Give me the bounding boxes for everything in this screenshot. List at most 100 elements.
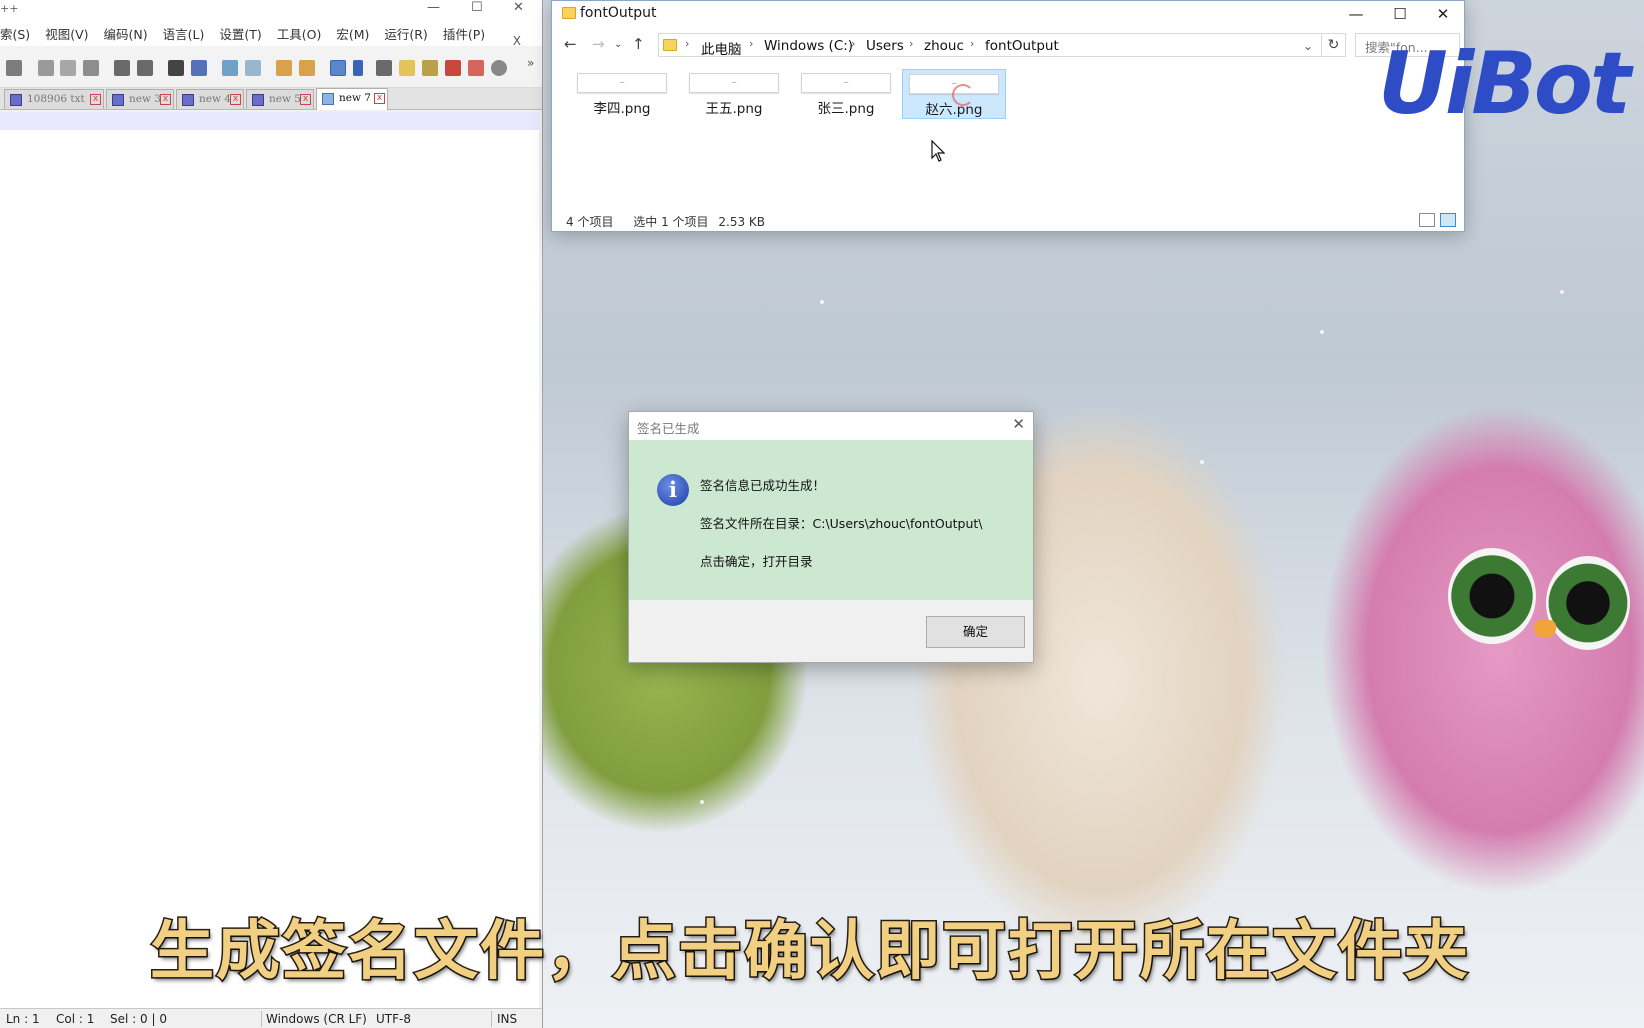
tab-close-icon[interactable]: x xyxy=(300,94,311,105)
menu-encoding[interactable]: 编码(N) xyxy=(104,24,148,43)
monitoring-icon[interactable] xyxy=(468,60,484,76)
npp-statusbar: Ln : 1 Col : 1 Sel : 0 | 0 Windows (CR L… xyxy=(0,1008,542,1028)
copy-icon[interactable] xyxy=(60,60,76,76)
record-macro-icon[interactable] xyxy=(491,60,507,76)
chevron-right-icon[interactable]: › xyxy=(685,37,689,50)
chevron-right-icon[interactable]: › xyxy=(749,37,753,50)
replace-icon[interactable] xyxy=(191,60,207,76)
breadcrumb-users[interactable]: Users xyxy=(866,38,904,54)
image-thumbnail: ~ xyxy=(801,73,891,93)
mouse-cursor-icon xyxy=(931,140,945,162)
tab-new-5[interactable]: new 5x xyxy=(246,89,314,109)
address-dropdown-icon[interactable]: ⌄ xyxy=(1303,39,1313,53)
minimize-icon[interactable]: — xyxy=(1334,2,1378,26)
ok-button[interactable]: 确定 xyxy=(926,616,1025,648)
close-icon[interactable]: ✕ xyxy=(513,0,524,15)
busy-spinner-icon xyxy=(952,84,974,106)
file-icon xyxy=(182,94,194,106)
recent-dropdown-icon[interactable]: ⌄ xyxy=(614,39,622,50)
redo-icon[interactable] xyxy=(137,60,153,76)
tab-label: new 3 xyxy=(129,93,161,105)
status-insert-mode: INS xyxy=(497,1012,518,1026)
tab-close-icon[interactable]: x xyxy=(374,93,385,104)
tab-108906[interactable]: 108906 txt x xyxy=(4,89,104,109)
paste-icon[interactable] xyxy=(83,60,99,76)
file-name: 李四.png xyxy=(593,101,651,117)
status-column: Col : 1 xyxy=(56,1012,95,1026)
close-icon[interactable]: ✕ xyxy=(1012,415,1025,433)
tab-close-icon[interactable]: x xyxy=(160,94,171,105)
folder-workspace-icon[interactable] xyxy=(445,60,461,76)
file-item[interactable]: ~ 张三.png xyxy=(794,69,898,119)
refresh-icon[interactable]: ↻ xyxy=(1322,33,1346,57)
npp-titlebar: ++ — ☐ ✕ xyxy=(0,0,542,20)
cut-icon[interactable] xyxy=(38,60,54,76)
breadcrumb-this-pc[interactable]: 此电脑 xyxy=(701,38,742,58)
tab-close-icon[interactable]: x xyxy=(230,94,241,105)
print-icon[interactable] xyxy=(6,60,22,76)
word-wrap-icon[interactable] xyxy=(330,60,346,76)
chevron-right-icon[interactable]: › xyxy=(970,37,974,50)
function-list-icon[interactable] xyxy=(422,60,438,76)
tab-new-4[interactable]: new 4x xyxy=(176,89,244,109)
menu-plugins[interactable]: 插件(P) xyxy=(443,24,485,43)
dialog-message-line: 签名文件所在目录：C:\Users\zhouc\fontOutput\ xyxy=(700,516,983,531)
breadcrumb-zhouc[interactable]: zhouc xyxy=(924,38,964,54)
indent-guide-icon[interactable] xyxy=(376,60,392,76)
item-count: 4 个项目 xyxy=(566,215,614,229)
snowflake xyxy=(1320,330,1324,334)
maximize-icon[interactable]: ☐ xyxy=(1378,2,1422,26)
notepadpp-window: ++ — ☐ ✕ 索(S) 视图(V) 编码(N) 语言(L) 设置(T) 工具… xyxy=(0,0,543,1028)
chevron-right-icon[interactable]: › xyxy=(909,37,913,50)
chevron-right-icon[interactable]: › xyxy=(851,37,855,50)
zoom-in-icon[interactable] xyxy=(222,60,238,76)
sync-scroll-v-icon[interactable] xyxy=(276,60,292,76)
dialog-message-line: 点击确定，打开目录 xyxy=(700,554,813,569)
selection-count: 选中 1 个项目 xyxy=(633,215,709,229)
sync-scroll-h-icon[interactable] xyxy=(299,60,315,76)
tab-close-icon[interactable]: x xyxy=(90,94,101,105)
file-icon xyxy=(112,94,124,106)
back-arrow-icon[interactable]: ← xyxy=(564,35,577,53)
snowflake xyxy=(700,800,704,804)
file-item[interactable]: ~ 李四.png xyxy=(570,69,674,119)
address-row: ← → ⌄ ↑ › 此电脑 › Windows (C:) › Users › z… xyxy=(552,31,1464,59)
close-icon[interactable]: ✕ xyxy=(1421,2,1465,26)
menu-run[interactable]: 运行(R) xyxy=(384,24,427,43)
image-thumbnail: ~ xyxy=(689,73,779,93)
tab-label: new 4 xyxy=(199,93,231,105)
up-arrow-icon[interactable]: ↑ xyxy=(632,35,645,53)
menu-macro[interactable]: 宏(M) xyxy=(336,24,369,43)
minimize-icon[interactable]: — xyxy=(427,0,440,15)
toolbar-overflow-icon[interactable]: » xyxy=(527,56,534,70)
text-editor[interactable] xyxy=(0,112,539,1008)
tab-new-3[interactable]: new 3x xyxy=(106,89,174,109)
menu-search[interactable]: 索(S) xyxy=(0,24,30,43)
menu-view[interactable]: 视图(V) xyxy=(45,24,88,43)
file-name: 王五.png xyxy=(705,101,763,117)
show-all-chars-icon[interactable] xyxy=(353,60,363,76)
zoom-out-icon[interactable] xyxy=(245,60,261,76)
tab-label: new 5 xyxy=(269,93,301,105)
breadcrumb-drive-c[interactable]: Windows (C:) xyxy=(764,38,853,54)
dialog-titlebar: 签名已生成 ✕ xyxy=(629,412,1033,440)
npp-title: ++ xyxy=(0,2,19,15)
breadcrumb-fontoutput[interactable]: fontOutput xyxy=(985,38,1059,54)
tab-new-7[interactable]: new 7x xyxy=(316,88,388,110)
details-view-icon[interactable] xyxy=(1419,213,1435,227)
large-icons-view-icon[interactable] xyxy=(1440,213,1456,227)
doc-map-icon[interactable] xyxy=(399,60,415,76)
address-bar[interactable]: › 此电脑 › Windows (C:) › Users › zhouc › f… xyxy=(658,33,1322,58)
uibot-watermark-logo: UiBot xyxy=(1378,34,1631,134)
bird-eye-left xyxy=(1448,548,1536,644)
menu-settings[interactable]: 设置(T) xyxy=(219,24,261,43)
image-thumbnail: ~ xyxy=(577,73,667,93)
npp-menubar: 索(S) 视图(V) 编码(N) 语言(L) 设置(T) 工具(O) 宏(M) … xyxy=(0,20,542,48)
menu-tools[interactable]: 工具(O) xyxy=(277,24,322,43)
forward-arrow-icon[interactable]: → xyxy=(592,35,605,53)
find-icon[interactable] xyxy=(168,60,184,76)
maximize-icon[interactable]: ☐ xyxy=(471,0,483,15)
undo-icon[interactable] xyxy=(114,60,130,76)
menu-language[interactable]: 语言(L) xyxy=(163,24,205,43)
file-item[interactable]: ~ 王五.png xyxy=(682,69,786,119)
